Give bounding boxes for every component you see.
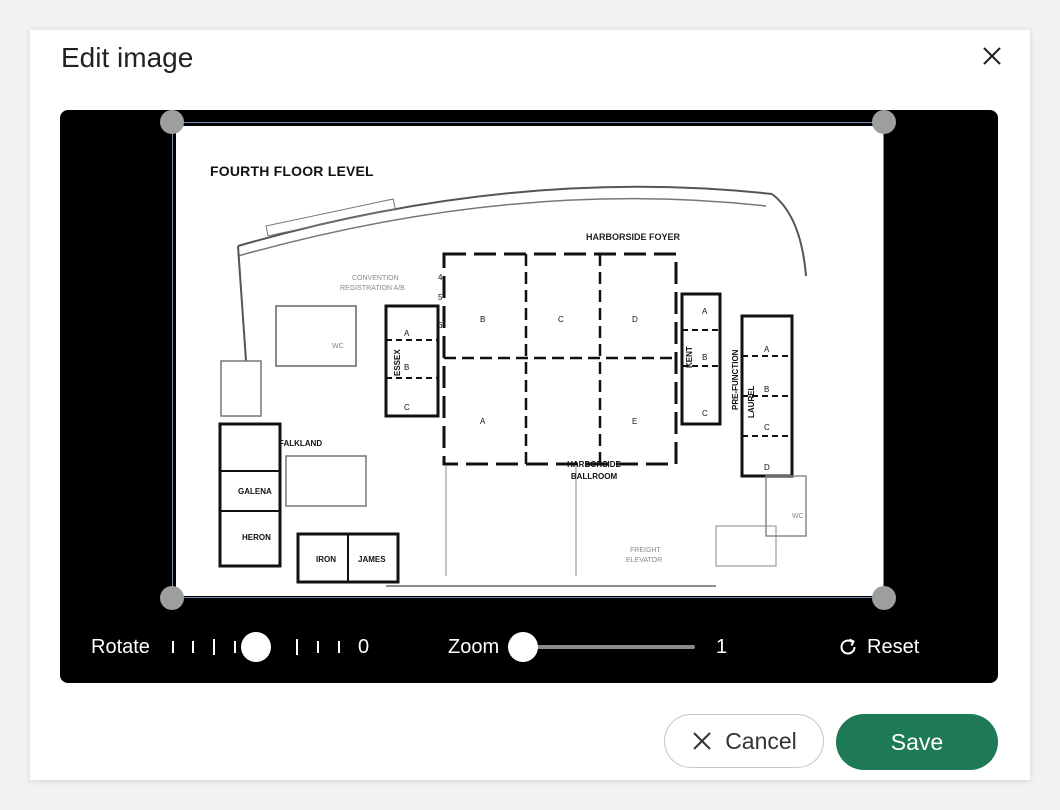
crop-handle-top-right[interactable] [872, 110, 896, 134]
rotate-value: 0 [358, 636, 370, 658]
x-icon [693, 732, 711, 750]
editor-controls: Rotate 0 Zoom 1 Reset [60, 610, 998, 683]
rotate-slider-thumb[interactable] [241, 632, 271, 662]
zoom-slider-thumb[interactable] [508, 632, 538, 662]
zoom-label: Zoom [448, 636, 500, 658]
rotate-label: Rotate [91, 636, 150, 658]
cancel-button[interactable]: Cancel [664, 714, 824, 768]
crop-handle-top-left[interactable] [160, 110, 184, 134]
reset-label: Reset [867, 635, 920, 658]
crop-handle-bottom-right[interactable] [872, 586, 896, 610]
close-icon [983, 47, 1001, 65]
dialog-title: Edit image [61, 42, 194, 73]
close-button[interactable] [976, 40, 1008, 72]
image-editor: HARBORSIDE FOYER CONVENTION REGISTRATION… [60, 110, 998, 683]
crop-frame[interactable] [172, 122, 884, 598]
reset-button[interactable]: Reset [837, 632, 919, 662]
crop-handle-bottom-left[interactable] [160, 586, 184, 610]
cancel-label: Cancel [725, 727, 797, 754]
save-button[interactable]: Save [836, 714, 998, 770]
save-label: Save [890, 728, 944, 755]
edit-image-dialog: Edit image HARBORSIDE FOYER CONVENTION R… [30, 30, 1030, 780]
zoom-value: 1 [716, 636, 728, 658]
refresh-icon [840, 638, 856, 655]
